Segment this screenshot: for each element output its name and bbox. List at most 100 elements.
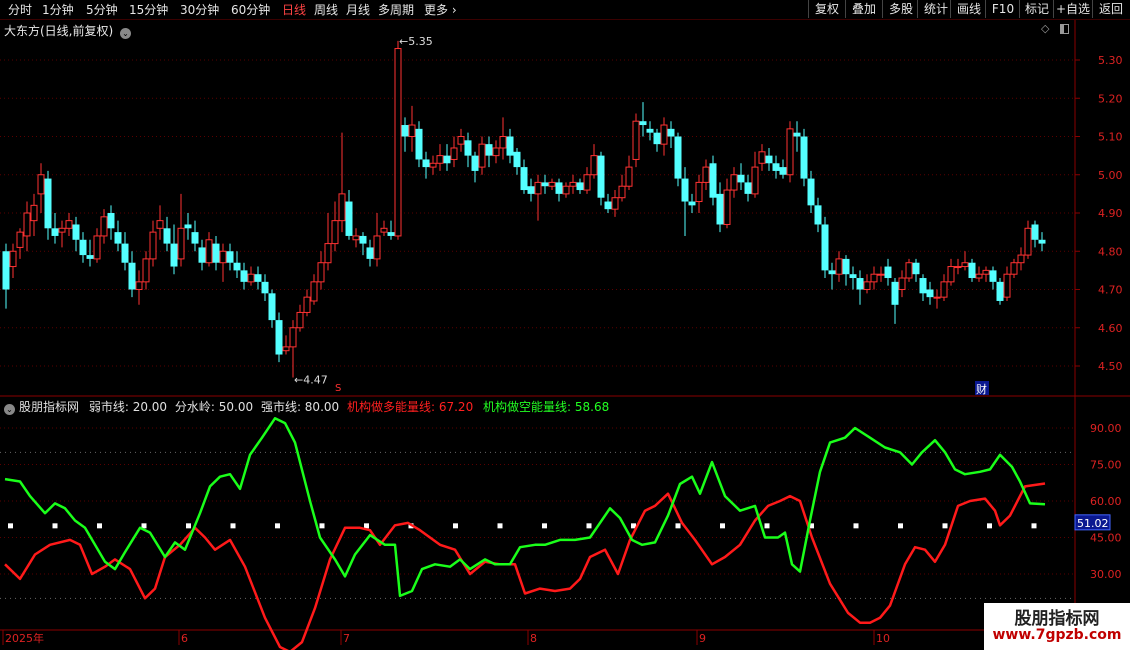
- candle-body: [625, 166, 633, 187]
- candle-body: [905, 262, 913, 279]
- indicator-tick-label: 75.00: [1090, 459, 1122, 472]
- candle-body: [114, 232, 122, 244]
- candle-body: [37, 174, 45, 195]
- price-tick-label: 4.50: [1098, 360, 1123, 373]
- candle-body: [219, 250, 227, 264]
- candle-body: [513, 151, 521, 168]
- candle-body: [149, 231, 157, 260]
- chart-area[interactable]: 5.30 5.20 5.10 5.00 4.90 4.80 4.70 4.60 4.50 90.0…: [0, 0, 1130, 650]
- candle-body: [583, 174, 591, 191]
- candle-body: [562, 185, 570, 195]
- candle-body: [835, 258, 843, 275]
- candle-body: [765, 155, 773, 164]
- candle-body: [191, 232, 199, 244]
- candle-body: [1017, 254, 1025, 264]
- candle-body: [485, 144, 493, 156]
- candle-body: [660, 124, 668, 145]
- candle-body: [142, 258, 150, 283]
- candle-body: [254, 274, 262, 282]
- midline-dot: [497, 523, 503, 529]
- candle-body: [1024, 227, 1032, 256]
- candle-body: [415, 128, 423, 160]
- candle-body: [709, 163, 717, 198]
- candle-body: [674, 136, 682, 179]
- candle-body: [177, 227, 185, 260]
- candle-body: [751, 166, 759, 195]
- time-tick-label: 8: [530, 632, 537, 645]
- candle-body: [884, 266, 892, 279]
- chevron-down-icon[interactable]: ⌄: [120, 28, 132, 39]
- candle-body: [926, 289, 934, 298]
- diamond-icon[interactable]: ◇: [1041, 22, 1049, 35]
- candle-body: [877, 273, 885, 276]
- candle-body: [163, 228, 171, 244]
- stock-title: 大东方(日线,前复权): [4, 24, 114, 38]
- candle-body: [730, 174, 738, 191]
- candle-body: [233, 262, 241, 271]
- candle-body: [870, 273, 878, 283]
- midline-dot: [319, 523, 325, 529]
- candle-body: [534, 181, 542, 195]
- candle-body: [842, 258, 850, 275]
- midline-dot: [52, 523, 58, 529]
- time-tick-label: 6: [181, 632, 188, 645]
- candle-body: [1003, 273, 1011, 298]
- candle-body: [429, 162, 437, 168]
- candle-body: [597, 155, 605, 198]
- watermark-url: www.7gpzb.com: [992, 627, 1122, 643]
- candle-body: [324, 243, 332, 264]
- candle-body: [716, 193, 724, 225]
- candle-body: [303, 296, 311, 313]
- indicator-tick-label: 30.00: [1090, 568, 1122, 581]
- midline-dot: [275, 523, 280, 529]
- chevron-down-icon[interactable]: ⌄: [4, 404, 15, 415]
- short-energy-label: 机构做空能量线:: [483, 400, 575, 414]
- candle-body: [933, 296, 941, 299]
- candle-body: [268, 293, 276, 321]
- midline-dot: [853, 523, 859, 529]
- candle-body: [744, 182, 752, 194]
- candle-body: [156, 220, 164, 229]
- strong-line-value: 80.00: [304, 400, 340, 414]
- candle-body: [366, 247, 374, 259]
- candle-body: [212, 243, 220, 263]
- midline-dot: [97, 523, 102, 529]
- indicator-tick-label: 60.00: [1090, 495, 1122, 508]
- candle-body: [639, 121, 647, 126]
- candle-body: [184, 224, 192, 229]
- candle-body: [590, 155, 598, 176]
- midline-dot: [898, 523, 903, 529]
- candle-body: [310, 281, 318, 302]
- candle-body: [653, 132, 661, 145]
- midline-dot: [453, 523, 458, 529]
- candle-body: [464, 140, 472, 156]
- high-price-label: ←5.35: [399, 35, 433, 48]
- candle-body: [93, 235, 101, 260]
- candle-body: [982, 269, 990, 275]
- candle-body: [723, 189, 731, 225]
- candle-body: [569, 181, 577, 187]
- candle-body: [947, 266, 955, 283]
- candle-body: [954, 266, 962, 269]
- candle-body: [961, 262, 969, 268]
- candle-body: [618, 185, 626, 199]
- candle-body: [100, 216, 108, 237]
- indicator-name: 股朋指标网: [19, 400, 80, 414]
- candle-body: [275, 320, 283, 355]
- midline-dot: [230, 523, 236, 529]
- candle-body: [667, 128, 675, 137]
- candle-body: [2, 251, 10, 290]
- strong-line-label: 强市线:: [260, 400, 305, 414]
- price-tick-label: 5.00: [1098, 169, 1123, 182]
- candle-body: [121, 243, 129, 263]
- panel-toggle-icon[interactable]: [1060, 24, 1069, 34]
- candle-body: [240, 270, 248, 282]
- candle-body: [856, 278, 864, 290]
- candle-body: [23, 212, 31, 237]
- candle-body: [79, 239, 87, 256]
- candle-body: [499, 136, 507, 149]
- watermark: 股朋指标网 www.7gpzb.com: [984, 603, 1130, 650]
- candle-body: [520, 167, 528, 191]
- candle-body: [898, 277, 906, 290]
- candle-body: [86, 255, 94, 259]
